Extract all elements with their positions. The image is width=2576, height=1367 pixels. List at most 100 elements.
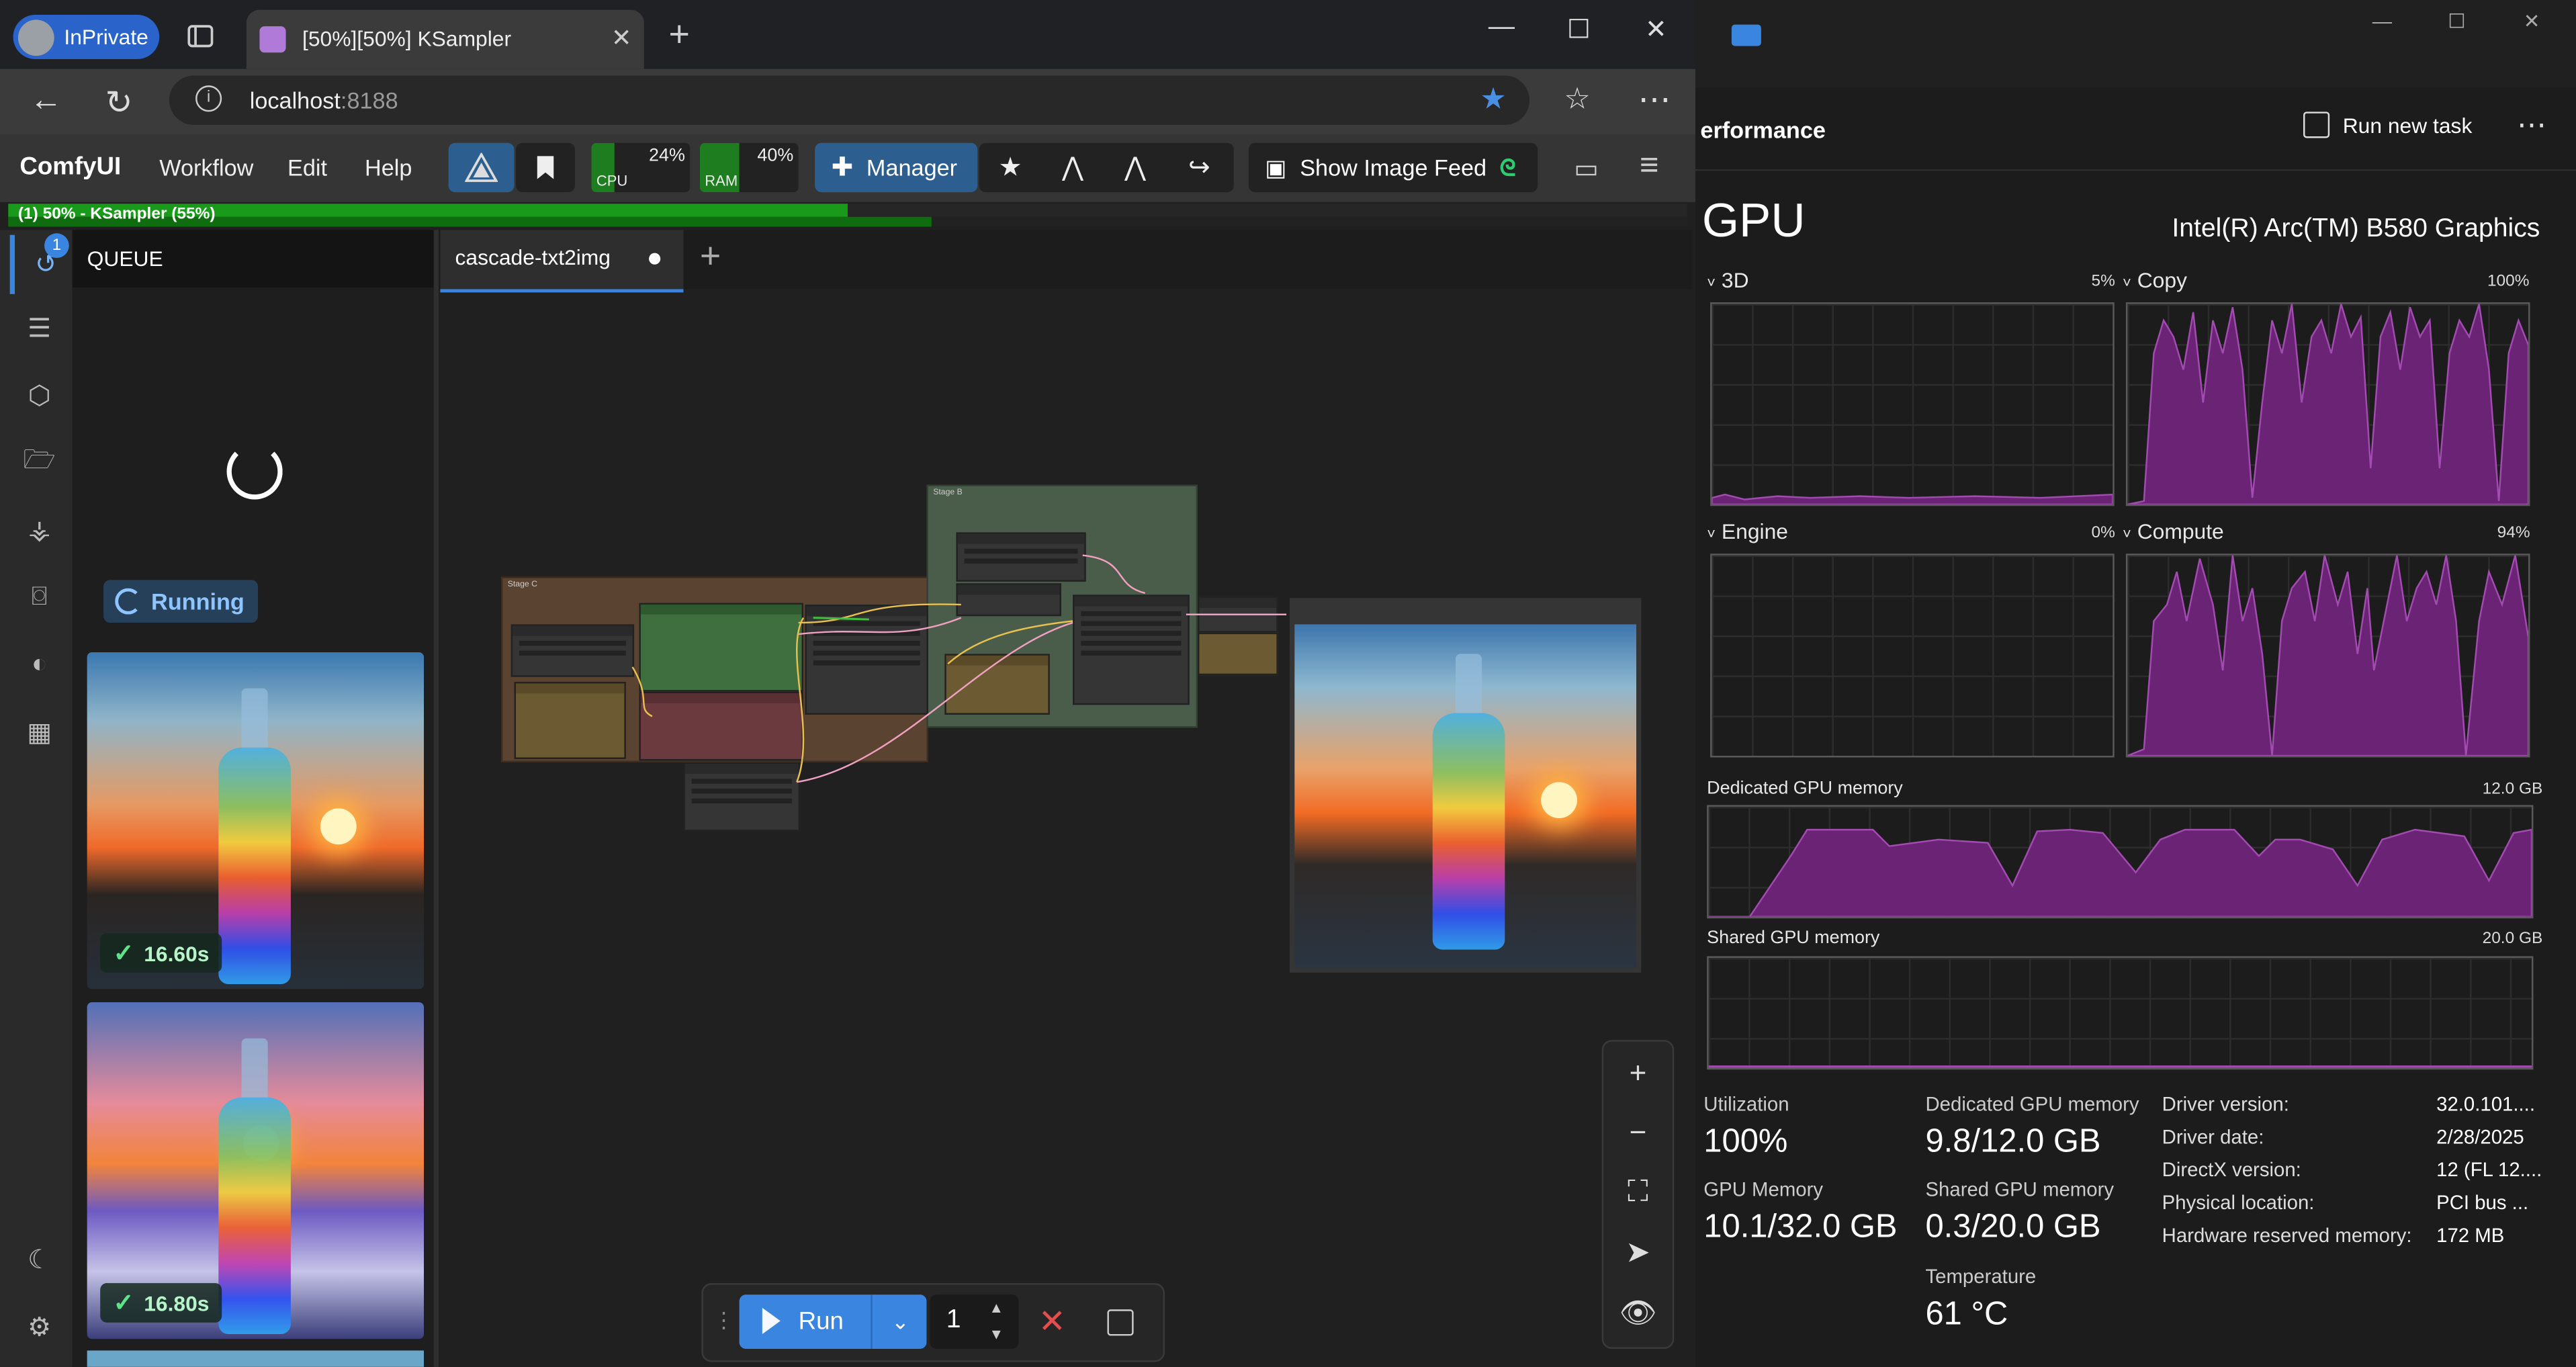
address-bar[interactable]: i localhost:8188 ★ (169, 75, 1530, 125)
maximize-icon[interactable]: ☐ (1554, 13, 1603, 46)
graph-engine-label[interactable]: ˅ Engine (1707, 519, 1788, 544)
unsaved-dot-icon (649, 253, 661, 265)
driver-date-label: Driver date: (2162, 1125, 2264, 1149)
gallery-icon[interactable]: ▦ (19, 713, 59, 752)
dedicated-memory-graph (1707, 805, 2534, 919)
menu-edit[interactable]: Edit (287, 155, 327, 181)
camera-icon[interactable]: ⌼ (19, 578, 59, 618)
cancel-run-icon[interactable]: ✕ (1038, 1301, 1066, 1342)
run-button[interactable]: Run ⌄ (739, 1294, 928, 1350)
graph-compute-label[interactable]: ˅ Compute (2123, 519, 2224, 544)
menu-help[interactable]: Help (365, 155, 412, 181)
select-mode-icon[interactable]: ➤ (1618, 1232, 1658, 1272)
new-tab-icon[interactable]: + (668, 13, 689, 56)
browser-tab-active[interactable]: [50%][50%] KSampler ✕ (246, 9, 644, 69)
panel-splitter[interactable] (433, 230, 439, 1367)
cpu-percent: 24% (649, 146, 685, 167)
node-library-icon[interactable]: ☰ (19, 309, 59, 349)
graph-3d-label[interactable]: ˅ 3D (1707, 268, 1748, 293)
task-manager-app-icon (1731, 24, 1761, 46)
tm-minimize-icon[interactable]: — (2372, 10, 2392, 33)
graph-copy-label[interactable]: ˅ Copy (2123, 268, 2187, 293)
execution-time-badge: ✓ 16.60s (100, 933, 223, 973)
run-mode-dropdown-icon[interactable]: ⌄ (871, 1294, 928, 1350)
tm-more-icon[interactable]: ⋯ (2517, 108, 2546, 142)
output-image-preview[interactable] (1294, 624, 1637, 968)
divider (1695, 169, 2576, 171)
tab-actions-icon[interactable] (184, 19, 217, 52)
tm-close-icon[interactable]: ✕ (2524, 10, 2540, 33)
decrement-icon[interactable]: ▼ (989, 1326, 1004, 1342)
batch-count-value[interactable]: 1 (946, 1306, 961, 1335)
cpu-label: CPU (596, 172, 628, 189)
menu-workflow[interactable]: Workflow (159, 155, 253, 181)
favorite-star-icon[interactable]: ★ (1480, 82, 1506, 116)
settings-gear-icon[interactable]: ⚙ (19, 1308, 59, 1348)
manager-button[interactable]: ✚ Manager (815, 142, 978, 193)
queue-result-thumbnail[interactable]: ✓ 16.80s (87, 1002, 425, 1339)
toggle-links-eye-icon[interactable]: 👁 (1618, 1293, 1658, 1333)
run-new-task-label: Run new task (2342, 112, 2473, 138)
shared-memory-max: 20.0 GB (2482, 930, 2543, 949)
task-manager-titlebar (1695, 0, 2576, 87)
save-image-node[interactable] (1289, 598, 1642, 973)
zoom-in-icon[interactable]: + (1618, 1053, 1658, 1093)
bottle-graphic (218, 688, 291, 985)
clear-queue-icon[interactable] (1107, 1309, 1134, 1336)
temperature-label: Temperature (1925, 1265, 2037, 1288)
run-new-task-button[interactable]: Run new task (2303, 112, 2472, 138)
progress-text: (1) 50% - KSampler (55%) (17, 205, 216, 224)
show-image-feed-button[interactable]: ▣ Show Image Feed ᘓ (1248, 142, 1538, 193)
model-icon[interactable]: ⋀ (1057, 151, 1090, 184)
close-tab-icon[interactable]: ✕ (611, 23, 632, 53)
theme-moon-icon[interactable]: ☾ (19, 1241, 59, 1280)
utilization-label: Utilization (1703, 1092, 1789, 1116)
workspace-logo-button[interactable] (448, 142, 515, 193)
physical-location-value: PCI bus ... (2436, 1191, 2529, 1215)
cpu-meter: CPU 24% (591, 142, 691, 193)
queue-result-thumbnail[interactable] (87, 1350, 425, 1367)
execution-progress-bar: (1) 50% - KSampler (55%) (8, 204, 1687, 227)
palette-icon[interactable]: ◐ (19, 646, 59, 685)
progress-track (848, 204, 1687, 217)
running-spinner-icon (115, 588, 142, 615)
tm-maximize-icon[interactable]: ☐ (2448, 10, 2465, 33)
batch-count-stepper[interactable]: 1 ▲ ▼ (930, 1294, 1019, 1350)
share-icon[interactable]: ↪ (1183, 151, 1216, 184)
profile-avatar (17, 19, 54, 55)
workflows-folder-icon[interactable]: 🗁 (19, 443, 59, 483)
hamburger-menu-icon[interactable]: ≡ (1640, 148, 1659, 185)
manager-label: Manager (866, 154, 958, 181)
reload-icon[interactable]: ↻ (105, 82, 133, 123)
new-workflow-icon[interactable]: + (700, 235, 721, 278)
node-map-icon[interactable]: ⚶ (19, 511, 59, 551)
temperature-value: 61 °C (1925, 1296, 2008, 1333)
toggle-bottom-panel-icon[interactable]: ▭ (1574, 152, 1599, 185)
graph-3d-percent: 5% (2091, 273, 2115, 291)
dedicated-memory-label: Dedicated GPU memory (1925, 1092, 2139, 1116)
star-icon[interactable]: ★ (994, 151, 1027, 184)
bottle-graphic (1432, 654, 1505, 950)
more-options-icon[interactable]: ⋯ (1638, 79, 1671, 120)
increment-icon[interactable]: ▲ (989, 1300, 1004, 1316)
close-window-icon[interactable]: ✕ (1632, 13, 1681, 46)
inprivate-button[interactable]: InPrivate (13, 15, 160, 60)
graph-copy (2125, 302, 2530, 506)
site-info-icon[interactable]: i (195, 85, 222, 112)
running-status-badge: Running (103, 580, 258, 623)
zoom-out-icon[interactable]: − (1618, 1112, 1658, 1152)
queue-result-thumbnail[interactable]: ✓ 16.60s (87, 652, 425, 989)
minimize-icon[interactable]: — (1477, 13, 1526, 43)
custom-nodes-icon[interactable]: ⋀ (1119, 151, 1152, 184)
favorites-icon[interactable]: ☆ (1564, 82, 1590, 116)
dedicated-memory-value: 9.8/12.0 GB (1925, 1123, 2101, 1160)
model-library-icon[interactable]: ⬡ (19, 376, 59, 416)
run-label: Run (798, 1307, 844, 1336)
bookmark-button[interactable] (515, 142, 576, 193)
gpu-memory-value: 10.1/32.0 GB (1703, 1209, 1898, 1245)
new-task-icon (2303, 112, 2330, 138)
fit-view-icon[interactable]: ⛶ (1618, 1172, 1658, 1211)
ram-percent: 40% (757, 146, 794, 167)
back-icon[interactable]: ← (30, 82, 62, 120)
workflow-tab[interactable]: cascade-txt2img (440, 230, 684, 293)
